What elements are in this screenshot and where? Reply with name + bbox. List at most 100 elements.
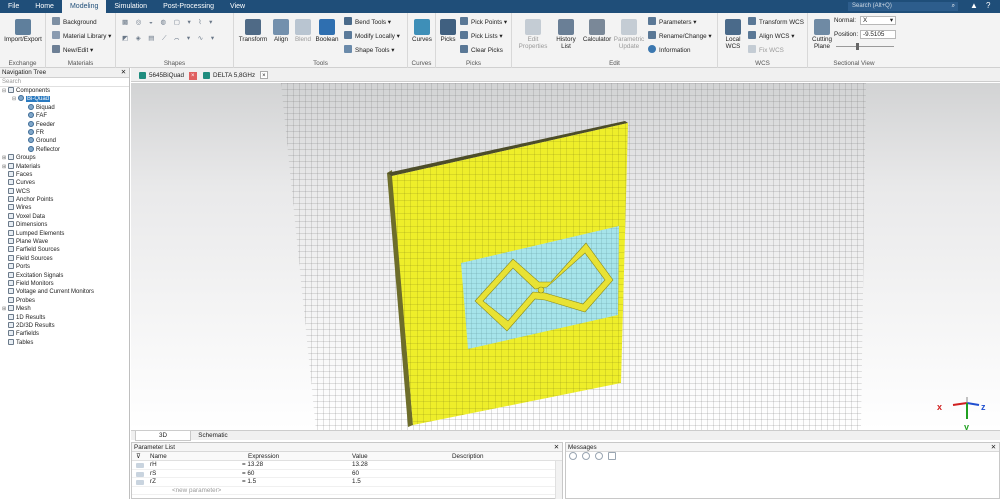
history-list-button[interactable]: History List [552,19,580,50]
tree-item[interactable]: Probes [0,296,129,305]
curves-button[interactable]: Curves [410,19,434,43]
warning-filter-icon[interactable] [581,452,590,460]
tree-item[interactable]: 1D Results [0,313,129,322]
tree-item[interactable]: Feeder [0,120,129,129]
tree-item[interactable]: Field Sources [0,254,129,263]
close-icon[interactable]: ✕ [991,443,996,452]
shape-primitives-row[interactable]: ▩ ◎ ◒ ◍ ▢ ▾ ⌇ ▾ [122,19,215,26]
table-row[interactable]: rZ = 1.5 1.5 [132,478,562,487]
tree-item[interactable]: Field Monitors [0,279,129,288]
calculator-button[interactable]: Calculator [582,19,612,43]
menu-simulation[interactable]: Simulation [106,0,155,13]
shape-tools-button[interactable]: Shape Tools ▾ [344,45,394,54]
tree-item[interactable]: FAF [0,112,129,120]
close-tab-icon[interactable]: × [259,71,268,79]
tree-item[interactable]: Curves [0,179,129,187]
tree-item[interactable]: Dimensions [0,221,129,229]
shape-operations-row[interactable]: ◩ ◈ ▤ ⟋ ⌒ ▾ ∿ ▾ [122,35,217,43]
fix-wcs-button[interactable]: Fix WCS [748,45,784,54]
position-input[interactable]: -9.5105 [860,30,896,39]
tree-item[interactable]: 2D/3D Results [0,321,129,330]
menu-view[interactable]: View [222,0,253,13]
tree-item[interactable]: Tables [0,338,129,347]
normal-select[interactable]: X ▾ [860,16,896,25]
tree-item[interactable]: Wires [0,204,129,212]
param-expression[interactable]: = 60 [242,470,254,479]
align-wcs-button[interactable]: Align WCS ▾ [748,31,794,40]
align-button[interactable]: Align [270,19,292,43]
tree-item[interactable]: ⊞ Materials [0,162,129,171]
tree-item[interactable]: Ports [0,263,129,271]
tree-item[interactable]: Farfields [0,330,129,338]
tree-item[interactable]: ⊟ Components [0,87,129,95]
column-value[interactable]: Value [352,452,368,461]
menu-home[interactable]: Home [27,0,62,13]
menu-file[interactable]: File [0,0,27,13]
local-wcs-button[interactable]: Local WCS [720,19,746,50]
picks-button[interactable]: Picks [438,19,458,43]
blend-button[interactable]: Blend [292,19,314,43]
new-parameter-row[interactable]: <new parameter> [132,487,562,496]
pick-points-button[interactable]: Pick Points ▾ [460,17,507,26]
tree-item[interactable]: Anchor Points [0,196,129,204]
tab-schematic[interactable]: Schematic [193,431,233,441]
parametric-update-button[interactable]: Parametric Update [612,19,646,50]
column-description[interactable]: Description [452,452,484,461]
table-row[interactable]: rS = 60 60 [132,470,562,479]
cutting-plane-button[interactable]: Cutting Plane [810,19,834,50]
material-library-button[interactable]: Material Library ▾ [52,31,111,40]
position-slider[interactable] [836,43,894,50]
column-expression[interactable]: Expression [248,452,279,461]
filter-icon[interactable]: ⊽ [136,452,141,461]
new-parameter-placeholder[interactable]: <new parameter> [172,487,221,496]
edit-properties-button[interactable]: Edit Properties [516,19,550,50]
navigation-search-input[interactable]: Search [0,78,129,87]
parameters-button[interactable]: Parameters ▾ [648,17,696,26]
clear-picks-button[interactable]: Clear Picks [460,45,503,54]
menu-post-processing[interactable]: Post-Processing [155,0,222,13]
import-export-button[interactable]: Import/Export [2,19,44,43]
doc-tab-delta[interactable]: DELTA 5,8GHz × [201,70,268,81]
info-filter-icon[interactable] [594,452,603,460]
param-expression[interactable]: = 13.28 [242,461,263,470]
tree-item[interactable]: FR [0,128,129,137]
tree-item[interactable]: Ground [0,137,129,145]
tree-item[interactable]: Voxel Data [0,212,129,221]
transform-button[interactable]: Transform [238,19,268,43]
close-icon[interactable]: ✕ [554,443,559,452]
3d-viewport[interactable]: x z y [131,83,1000,430]
help-icon[interactable]: ? [986,1,990,10]
tree-item[interactable]: Excitation Signals [0,271,129,280]
pick-lists-button[interactable]: Pick Lists ▾ [460,31,503,40]
tab-3d[interactable]: 3D [135,431,191,441]
clear-messages-icon[interactable] [607,452,616,460]
column-name[interactable]: Name [150,452,167,461]
boolean-button[interactable]: Boolean [314,19,340,43]
table-row[interactable]: rH = 13.28 13.28 [132,461,562,470]
model-canvas[interactable]: x z y [131,83,1000,430]
tree-item[interactable]: Plane Wave [0,238,129,246]
information-button[interactable]: Information [648,45,691,54]
close-icon[interactable]: ✕ [121,68,126,78]
background-button[interactable]: Background [52,17,97,26]
tree-item[interactable]: Biquad [0,103,129,112]
error-filter-icon[interactable] [569,452,577,460]
tree-item[interactable]: Faces [0,170,129,179]
rename-change-button[interactable]: Rename/Change ▾ [648,31,712,40]
tree-item[interactable]: ⊞ Mesh [0,305,129,313]
minimize-ribbon-icon[interactable]: ▲ [970,1,978,10]
parameter-scrollbar[interactable] [555,461,562,499]
tree-item[interactable]: WCS [0,187,129,196]
tree-item[interactable]: ⊟ Bi-Quad [0,95,129,103]
new-edit-button[interactable]: New/Edit ▾ [52,45,93,54]
slider-thumb[interactable] [856,43,859,50]
close-tab-icon[interactable]: × [188,72,197,80]
tree-item[interactable]: Reflector [0,145,129,154]
doc-tab-5645biquad[interactable]: 5645BiQuad × [137,70,197,81]
param-expression[interactable]: = 1.5 [242,478,256,487]
search-input[interactable]: Search (Alt+Q) ⌕ [848,2,958,11]
bend-tools-button[interactable]: Bend Tools ▾ [344,17,391,26]
tree-item[interactable]: Farfield Sources [0,246,129,254]
tree-item[interactable]: Lumped Elements [0,229,129,238]
transform-wcs-button[interactable]: Transform WCS [748,17,804,26]
